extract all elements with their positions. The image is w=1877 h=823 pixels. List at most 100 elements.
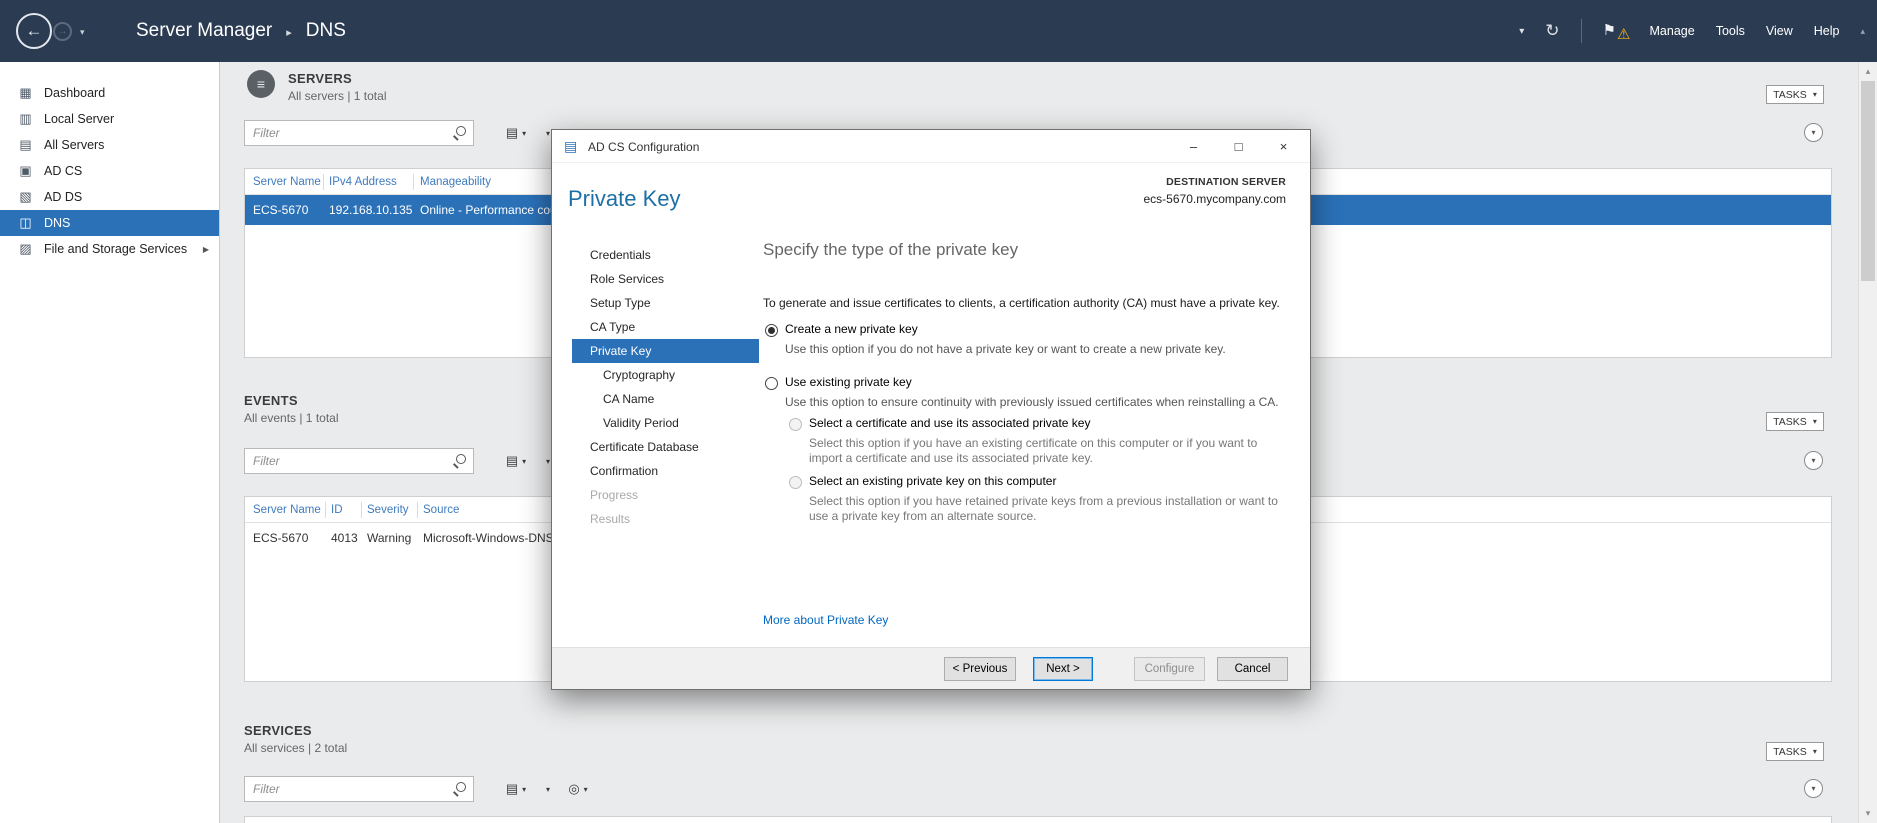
local-server-icon: ▥: [18, 111, 33, 127]
back-button[interactable]: ←: [16, 13, 52, 49]
wizard-step-setup-type[interactable]: Setup Type: [572, 291, 759, 315]
wizard-step-cryptography[interactable]: Cryptography: [572, 363, 759, 387]
sidebar-item-ad-cs[interactable]: ▣ AD CS: [0, 158, 219, 184]
column-header-manageability[interactable]: Manageability: [420, 169, 491, 195]
all-servers-icon: ▤: [18, 137, 33, 153]
minimize-button[interactable]: –: [1171, 130, 1216, 163]
caret-down-icon: ▾: [1813, 417, 1817, 426]
dashboard-icon: ▦: [18, 85, 33, 101]
servers-tile-icon: ≡: [247, 70, 275, 98]
sidebar-item-label: AD DS: [44, 190, 82, 204]
servers-filter-input[interactable]: [245, 126, 451, 140]
scroll-up-icon[interactable]: ▴: [1859, 66, 1877, 77]
sidebar-item-all-servers[interactable]: ▤ All Servers: [0, 132, 219, 158]
servers-collapse-button[interactable]: ▾: [1804, 123, 1823, 142]
sidebar-item-local-server[interactable]: ▥ Local Server: [0, 106, 219, 132]
menu-manage[interactable]: Manage: [1650, 24, 1695, 38]
wizard-step-ca-name[interactable]: CA Name: [572, 387, 759, 411]
events-filter: [244, 448, 474, 474]
destination-server: DESTINATION SERVER ecs-5670.mycompany.co…: [1144, 176, 1287, 206]
column-header-severity[interactable]: Severity: [367, 497, 409, 523]
forward-button[interactable]: →: [53, 22, 72, 41]
notifications-dropdown-icon[interactable]: ▾: [1519, 26, 1524, 37]
services-group-button[interactable]: ◎ ▾: [560, 776, 596, 802]
services-filter-input[interactable]: [245, 782, 451, 796]
wizard-step-private-key[interactable]: Private Key: [572, 339, 759, 363]
close-button[interactable]: ×: [1261, 130, 1306, 163]
radio-description: Use this option if you do not have a pri…: [785, 342, 1226, 357]
forward-arrow-icon: →: [58, 26, 68, 37]
events-tasks-button[interactable]: TASKS ▾: [1766, 412, 1824, 431]
radio-label[interactable]: Use existing private key: [785, 375, 912, 389]
scrollbar-thumb[interactable]: [1861, 81, 1875, 281]
wizard-step-certificate-database[interactable]: Certificate Database: [572, 435, 759, 459]
top-bar: ← → ▾ Server Manager ▸ DNS ▾ ↻ ⚑⚠ Manage…: [0, 0, 1877, 62]
radio-label[interactable]: Create a new private key: [785, 322, 918, 336]
column-header-id[interactable]: ID: [331, 497, 343, 523]
topbar-divider: [1581, 19, 1582, 43]
history-dropdown-icon[interactable]: ▾: [80, 27, 85, 38]
sidebar: ▦ Dashboard ▥ Local Server ▤ All Servers…: [0, 62, 220, 823]
radio-description: Select this option if you have retained …: [809, 494, 1279, 524]
cell-ipv4: 192.168.10.135: [329, 195, 412, 225]
caret-down-icon: ▾: [546, 457, 550, 466]
cell-source: Microsoft-Windows-DNS: [423, 523, 554, 553]
menu-help[interactable]: Help: [1814, 24, 1840, 38]
sidebar-item-file-storage[interactable]: ▨ File and Storage Services ▶: [0, 236, 219, 262]
menu-tools[interactable]: Tools: [1716, 24, 1745, 38]
ad-cs-configuration-dialog: ▤ AD CS Configuration – □ × Private Key …: [551, 129, 1311, 690]
services-tasks-button[interactable]: TASKS ▾: [1766, 742, 1824, 761]
column-header-ipv4[interactable]: IPv4 Address: [329, 169, 397, 195]
warning-icon: ⚠: [1617, 20, 1630, 50]
cancel-button[interactable]: Cancel: [1217, 657, 1288, 681]
wizard-step-validity-period[interactable]: Validity Period: [572, 411, 759, 435]
radio-create-new-private-key[interactable]: [765, 324, 778, 337]
events-view-options-button[interactable]: ▤ ▾: [498, 448, 534, 474]
column-header-source[interactable]: Source: [423, 497, 459, 523]
column-header-server-name[interactable]: Server Name: [253, 497, 321, 523]
chevron-up-icon[interactable]: ▴: [1860, 26, 1865, 37]
cell-severity: Warning: [367, 523, 411, 553]
wizard-step-credentials[interactable]: Credentials: [572, 243, 759, 267]
servers-view-options-button[interactable]: ▤ ▾: [498, 120, 534, 146]
wizard-step-confirmation[interactable]: Confirmation: [572, 459, 759, 483]
radio-use-existing-private-key[interactable]: [765, 377, 778, 390]
refresh-icon[interactable]: ↻: [1545, 21, 1559, 41]
events-filter-input[interactable]: [245, 454, 451, 468]
sidebar-item-label: All Servers: [44, 138, 104, 152]
sidebar-item-dashboard[interactable]: ▦ Dashboard: [0, 80, 219, 106]
list-view-icon: ▤: [506, 453, 518, 469]
services-filter: [244, 776, 474, 802]
notifications-flag-icon[interactable]: ⚑⚠: [1603, 16, 1629, 46]
dialog-titlebar[interactable]: ▤ AD CS Configuration – □ ×: [552, 130, 1310, 163]
sidebar-item-label: AD CS: [44, 164, 82, 178]
more-about-link[interactable]: More about Private Key: [763, 613, 888, 627]
maximize-button[interactable]: □: [1216, 130, 1261, 163]
events-collapse-button[interactable]: ▾: [1804, 451, 1823, 470]
column-header-server-name[interactable]: Server Name: [253, 169, 321, 195]
vertical-scrollbar[interactable]: ▴ ▾: [1858, 62, 1877, 823]
next-button[interactable]: Next >: [1033, 657, 1093, 681]
scroll-down-icon[interactable]: ▾: [1859, 808, 1877, 819]
services-collapse-button[interactable]: ▾: [1804, 779, 1823, 798]
tasks-label: TASKS: [1773, 746, 1807, 758]
wizard-step-ca-type[interactable]: CA Type: [572, 315, 759, 339]
caret-down-icon: ▾: [584, 785, 588, 794]
servers-tasks-button[interactable]: TASKS ▾: [1766, 85, 1824, 104]
wizard-heading: Specify the type of the private key: [763, 240, 1018, 260]
wizard-step-results: Results: [572, 507, 759, 531]
wizard-step-role-services[interactable]: Role Services: [572, 267, 759, 291]
menu-view[interactable]: View: [1766, 24, 1793, 38]
wizard-nav: Credentials Role Services Setup Type CA …: [572, 243, 759, 531]
sidebar-item-dns[interactable]: ◫ DNS: [0, 210, 219, 236]
expand-arrow-icon[interactable]: ▶: [203, 245, 209, 254]
caret-down-icon: ▾: [1813, 90, 1817, 99]
radio-label: Select an existing private key on this c…: [809, 474, 1056, 488]
wizard-page-title: Private Key: [568, 186, 681, 212]
app-title[interactable]: Server Manager: [136, 20, 272, 42]
sidebar-item-ad-ds[interactable]: ▧ AD DS: [0, 184, 219, 210]
radio-label: Select a certificate and use its associa…: [809, 416, 1090, 430]
services-filter-dropdown-button[interactable]: ▾: [538, 776, 558, 802]
previous-button[interactable]: < Previous: [944, 657, 1016, 681]
services-view-options-button[interactable]: ▤ ▾: [498, 776, 534, 802]
